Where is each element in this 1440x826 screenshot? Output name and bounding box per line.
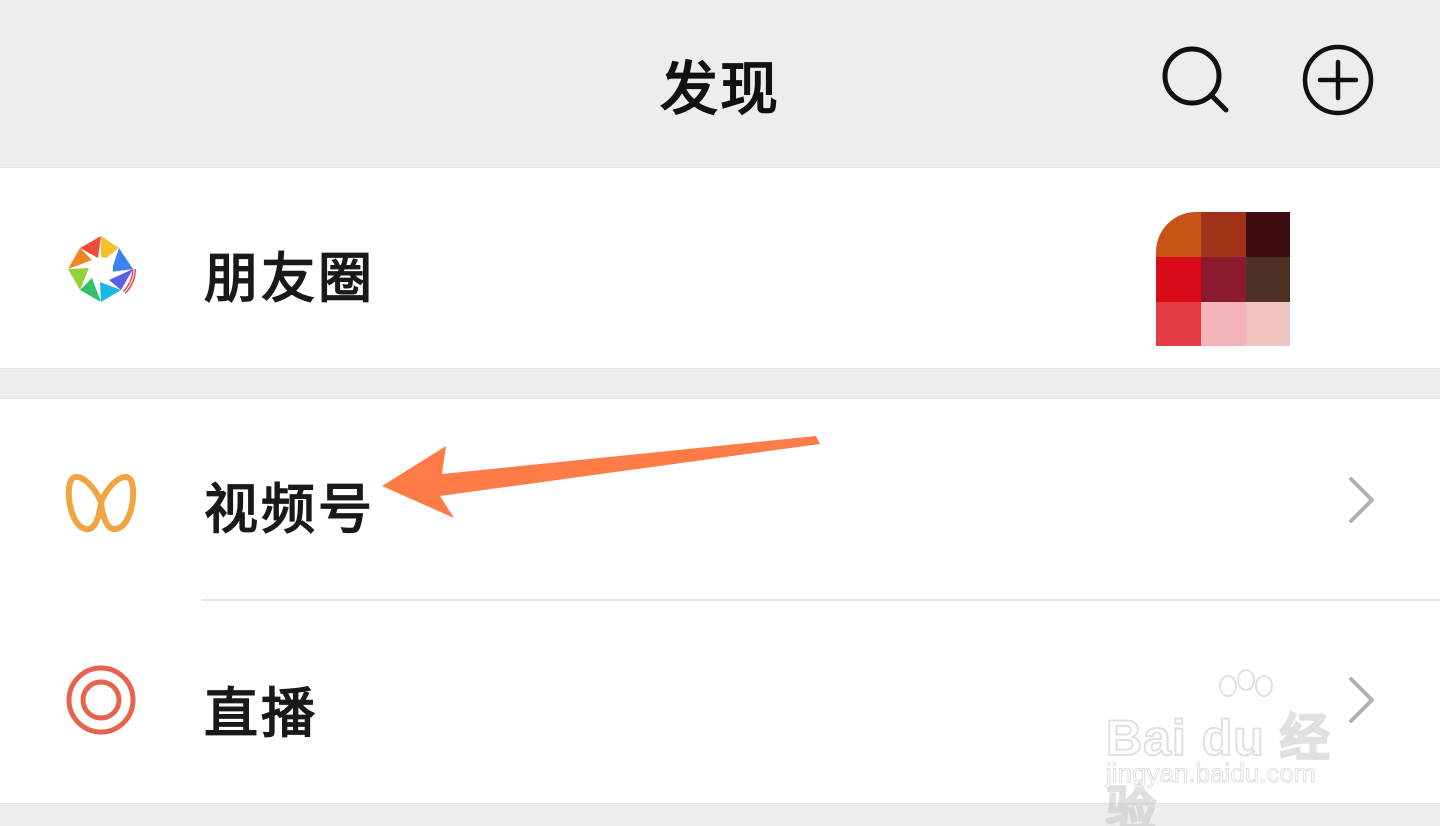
moments-row[interactable]: 朋友圈 xyxy=(0,168,1440,368)
live-target-icon xyxy=(66,665,136,735)
moments-thumbnail xyxy=(1156,212,1290,346)
live-label: 直播 xyxy=(204,682,318,745)
plus-circle-icon xyxy=(1302,44,1374,116)
moments-aperture-icon xyxy=(66,234,136,304)
channels-label: 视频号 xyxy=(204,478,375,541)
watermark-url: jingyan.baidu.com xyxy=(1106,758,1317,789)
search-icon xyxy=(1162,46,1229,113)
top-bar: 发现 xyxy=(0,0,1440,166)
moments-label: 朋友圈 xyxy=(204,247,375,310)
chevron-right-icon xyxy=(1349,477,1374,523)
moments-group: 朋友圈 xyxy=(0,167,1440,369)
channels-butterfly-icon xyxy=(65,474,137,533)
baidu-watermark: Bai du 经验 jingyan.baidu.com xyxy=(1100,668,1370,826)
channels-row[interactable]: 视频号 xyxy=(0,399,1440,599)
add-button[interactable] xyxy=(1302,44,1374,116)
search-button[interactable] xyxy=(1160,44,1232,116)
discover-page: 发现 朋友圈 视频号 直播 Bai du 经验 jingyan.baidu.co… xyxy=(0,0,1440,826)
